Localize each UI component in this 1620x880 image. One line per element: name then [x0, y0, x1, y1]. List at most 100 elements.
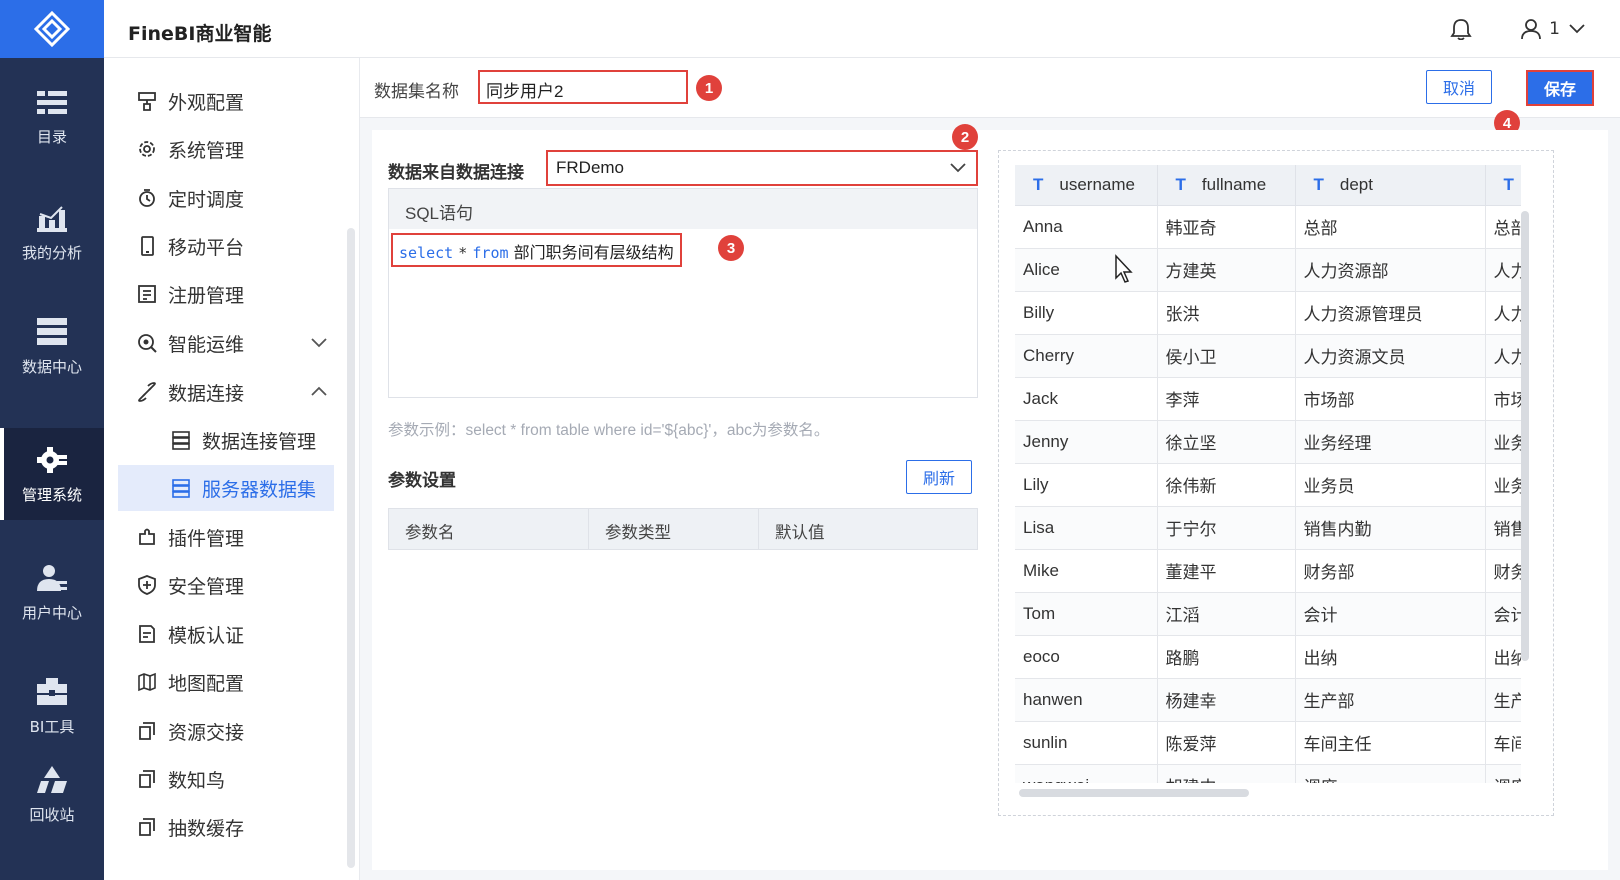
rail-item-recycle[interactable]: 回收站 — [0, 748, 104, 840]
table-row[interactable]: Tom江滔会计会计 — [1015, 592, 1521, 636]
nav-label: 安全管理 — [168, 575, 245, 598]
data-center-icon — [36, 316, 68, 348]
table-row[interactable]: wangwei胡建中调度调度 — [1015, 764, 1521, 783]
table-cell: 出纳 — [1295, 635, 1486, 679]
preview-hscroll[interactable] — [1019, 789, 1249, 797]
cancel-button[interactable]: 取消 — [1426, 70, 1492, 104]
rail-label: 我的分析 — [21, 243, 82, 262]
rail-item-admin[interactable]: 管理系统 — [0, 428, 104, 520]
preview-grid[interactable]: Tusername Tfullname Tdept T Anna韩亚奇总部总部A… — [1015, 165, 1521, 783]
param-col-type: 参数类型 — [589, 509, 759, 549]
nav-scrollbar[interactable] — [347, 228, 355, 868]
user-menu[interactable]: 1 — [1521, 18, 1586, 40]
nav-item-extract-cache[interactable]: 抽数缓存 — [118, 804, 334, 850]
column-header[interactable]: Tfullname — [1157, 165, 1296, 206]
settings-icon — [136, 138, 158, 160]
toolbox-icon — [36, 676, 68, 708]
column-header[interactable]: Tdept — [1295, 165, 1486, 206]
nav-item-appearance[interactable]: 外观配置 — [118, 78, 334, 124]
table-cell: 财务 — [1485, 549, 1521, 593]
table-row[interactable]: Lisa于宁尔销售内勤销售 — [1015, 506, 1521, 550]
nav-label: 数知鸟 — [168, 769, 226, 792]
db-icon — [170, 477, 192, 499]
text-type-icon: T — [1175, 174, 1186, 194]
nav-item-schedule[interactable]: 定时调度 — [118, 175, 334, 221]
table-row[interactable]: Cherry侯小卫人力资源文员人力 — [1015, 334, 1521, 378]
column-header[interactable]: T — [1485, 165, 1521, 206]
app-header: FineBI商业智能 1 — [104, 0, 1620, 58]
refresh-button[interactable]: 刷新 — [906, 460, 972, 494]
preview-vscroll[interactable] — [1521, 211, 1529, 661]
table-cell: eoco — [1015, 635, 1158, 679]
sql-statement[interactable]: select * from 部门职务间有层级结构 — [391, 233, 682, 267]
bell-icon[interactable] — [1450, 18, 1472, 41]
table-cell: 人力 — [1485, 334, 1521, 378]
nav-item-data-connection[interactable]: 数据连接 — [118, 369, 334, 415]
catalog-icon — [36, 86, 68, 118]
db-icon — [170, 429, 192, 451]
nav-item-template-auth[interactable]: 模板认证 — [118, 611, 334, 657]
nav-item-map[interactable]: 地图配置 — [118, 659, 334, 705]
nav-item-system[interactable]: 系统管理 — [118, 126, 334, 172]
nav-item-security[interactable]: 安全管理 — [118, 562, 334, 608]
dataset-name-label: 数据集名称 — [374, 82, 459, 102]
connection-select[interactable]: FRDemo — [546, 150, 978, 186]
nav-label: 移动平台 — [168, 236, 245, 259]
table-cell: 业务员 — [1295, 463, 1486, 507]
nav-item-shuzhiniao[interactable]: 数知鸟 — [118, 756, 334, 802]
table-cell: 调度 — [1485, 764, 1521, 783]
nav-item-server-dataset[interactable]: 服务器数据集 — [118, 465, 334, 511]
copy-icon — [136, 768, 158, 790]
table-cell: 生产 — [1485, 678, 1521, 722]
nav-label: 数据连接 — [168, 382, 245, 405]
table-cell: 车间 — [1485, 721, 1521, 765]
dataset-name-input[interactable]: 同步用户2 — [478, 70, 688, 104]
table-row[interactable]: eoco路鹏出纳出纳 — [1015, 635, 1521, 679]
rail-item-user-center[interactable]: 用户中心 — [0, 546, 104, 638]
nav-label: 模板认证 — [168, 624, 245, 647]
rail-label: 数据中心 — [21, 357, 82, 376]
nav-item-mobile[interactable]: 移动平台 — [118, 223, 334, 269]
nav-item-plugin[interactable]: 插件管理 — [118, 514, 334, 560]
table-row[interactable]: Jack李萍市场部市场 — [1015, 377, 1521, 421]
copy-icon — [136, 720, 158, 742]
param-col-default: 默认值 — [775, 523, 825, 542]
table-row[interactable]: Billy张洪人力资源管理员人力 — [1015, 291, 1521, 335]
table-cell: 徐伟新 — [1157, 463, 1296, 507]
table-cell: 会计 — [1295, 592, 1486, 636]
table-row[interactable]: Anna韩亚奇总部总部 — [1015, 205, 1521, 249]
column-header[interactable]: Tusername — [1015, 165, 1158, 206]
rail-item-catalog[interactable]: 目录 — [0, 70, 104, 162]
table-cell: 江滔 — [1157, 592, 1296, 636]
table-cell: Jenny — [1015, 420, 1158, 464]
table-cell: sunlin — [1015, 721, 1158, 765]
table-row[interactable]: hanwen杨建幸生产部生产 — [1015, 678, 1521, 722]
rail-item-data-center[interactable]: 数据中心 — [0, 300, 104, 392]
table-cell: 于宁尔 — [1157, 506, 1296, 550]
appearance-icon — [136, 90, 158, 112]
nav-item-ops[interactable]: 智能运维 — [118, 320, 334, 366]
table-row[interactable]: Jenny徐立坚业务经理业务 — [1015, 420, 1521, 464]
table-row[interactable]: sunlin陈爱萍车间主任车间 — [1015, 721, 1521, 765]
sql-editor[interactable]: SQL语句 select * from 部门职务间有层级结构 — [388, 188, 978, 398]
text-type-icon: T — [1033, 174, 1044, 194]
app-title: FineBI商业智能 — [128, 23, 272, 45]
rail-label: 回收站 — [29, 805, 75, 824]
nav-label: 智能运维 — [168, 333, 245, 356]
nav-item-resource-handover[interactable]: 资源交接 — [118, 708, 334, 754]
text-type-icon: T — [1313, 174, 1324, 194]
table-cell: 业务经理 — [1295, 420, 1486, 464]
gear-icon — [36, 444, 68, 476]
nav-item-register[interactable]: 注册管理 — [118, 271, 334, 317]
rail-item-bi-tools[interactable]: BI工具 — [0, 660, 104, 752]
table-cell: Tom — [1015, 592, 1158, 636]
nav-item-connection-manage[interactable]: 数据连接管理 — [118, 417, 334, 463]
step-marker: 1 — [696, 75, 722, 101]
logo[interactable] — [0, 0, 104, 58]
table-row[interactable]: Lily徐伟新业务员业务 — [1015, 463, 1521, 507]
save-button[interactable]: 保存 — [1526, 70, 1594, 106]
nav-label: 服务器数据集 — [202, 478, 317, 501]
rail-item-analysis[interactable]: 我的分析 — [0, 186, 104, 278]
table-row[interactable]: Mike董建平财务部财务 — [1015, 549, 1521, 593]
table-row[interactable]: Alice方建英人力资源部人力 — [1015, 248, 1521, 292]
